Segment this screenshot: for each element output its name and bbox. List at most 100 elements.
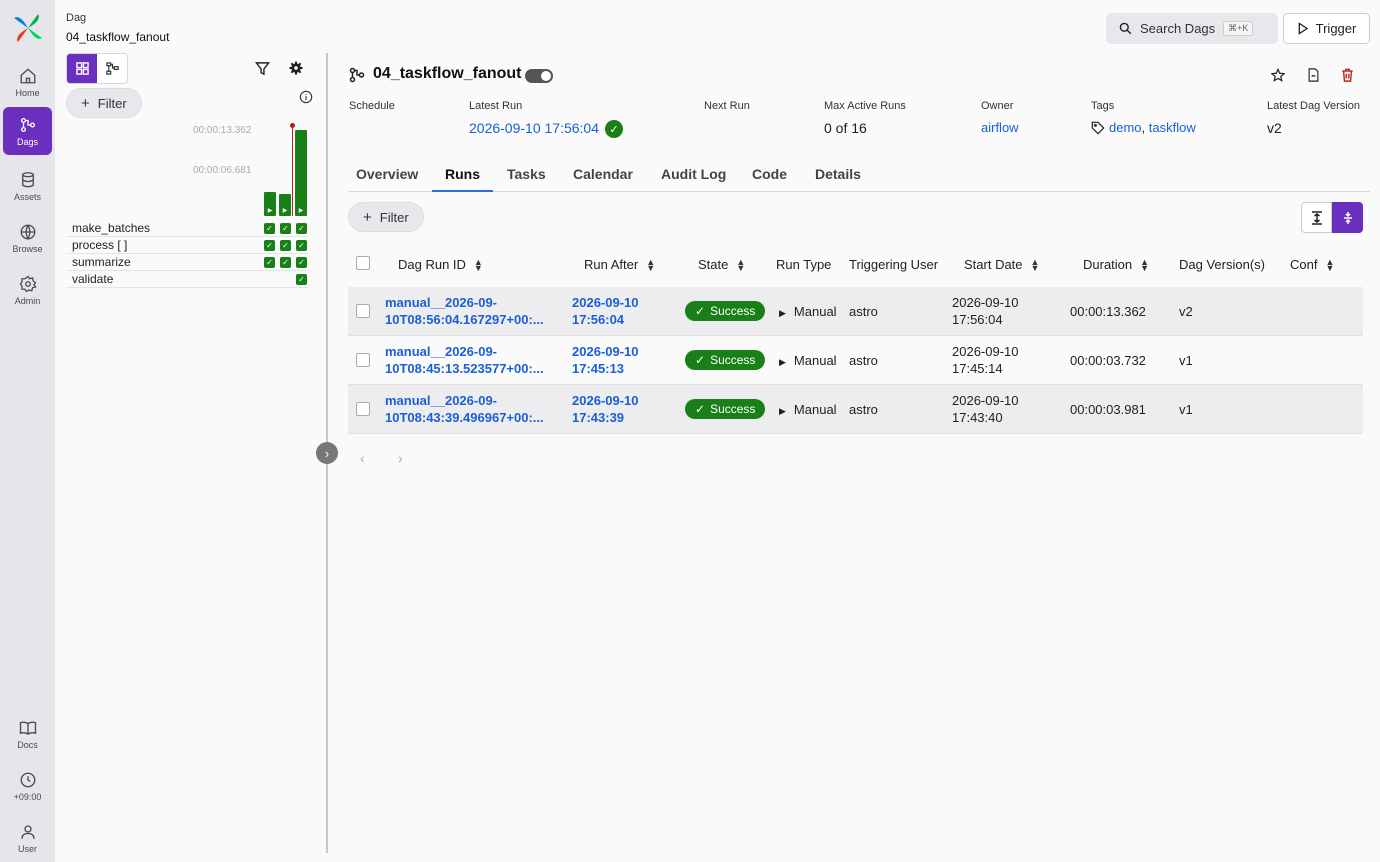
- dag-breadcrumb-name[interactable]: 04_taskflow_fanout: [66, 30, 169, 44]
- grid-view-button[interactable]: [67, 54, 97, 83]
- grid-filter-button[interactable]: + Filter: [66, 88, 142, 118]
- column-header-label: Start Date: [964, 257, 1023, 272]
- dag-version: v1: [1179, 401, 1193, 418]
- tab-details[interactable]: Details: [815, 166, 861, 192]
- nav-admin-label: Admin: [14, 295, 41, 306]
- collapse-rows-button[interactable]: [1332, 202, 1363, 233]
- search-icon: [1119, 22, 1132, 35]
- manual-play-icon: ▶: [779, 308, 786, 318]
- filter-funnel-icon[interactable]: [253, 59, 271, 77]
- task-instance-cell[interactable]: ✓: [264, 223, 275, 234]
- info-icon[interactable]: [297, 88, 315, 106]
- home-icon: [20, 67, 35, 83]
- sort-icon[interactable]: ▲ ▼: [1325, 257, 1334, 272]
- task-instance-cell[interactable]: ✓: [264, 240, 275, 251]
- tab-calendar[interactable]: Calendar: [573, 166, 633, 192]
- task-instance-cell[interactable]: ✓: [280, 257, 291, 268]
- nav-docs[interactable]: Docs: [3, 710, 52, 758]
- column-header[interactable]: Run After ▲ ▼: [584, 257, 655, 272]
- state-label: Success: [710, 304, 756, 318]
- sort-icon[interactable]: ▲ ▼: [474, 257, 483, 272]
- nav-assets[interactable]: Assets: [3, 162, 52, 210]
- nav-browse[interactable]: Browse: [3, 214, 52, 262]
- column-header[interactable]: Start Date ▲ ▼: [964, 257, 1039, 272]
- column-header[interactable]: Triggering User: [849, 257, 938, 272]
- tab-code[interactable]: Code: [752, 166, 787, 192]
- task-instance-cell[interactable]: ✓: [296, 274, 307, 285]
- run-duration-bar[interactable]: ▶: [264, 192, 276, 216]
- task-instance-cell[interactable]: ✓: [264, 257, 275, 268]
- max-active-runs-value: 0 of 16: [824, 120, 867, 136]
- tab-runs[interactable]: Runs: [432, 166, 493, 192]
- play-icon: [1298, 22, 1309, 35]
- duration: 00:00:03.732: [1070, 352, 1146, 369]
- run-after-link[interactable]: 2026-09-10 17:56:04: [572, 294, 639, 328]
- column-header[interactable]: State ▲ ▼: [698, 257, 745, 272]
- search-dags-button[interactable]: Search Dags ⌘+K: [1106, 13, 1278, 44]
- latest-run-value[interactable]: 2026-09-10 17:56:04 ✓: [469, 120, 623, 139]
- tag-taskflow[interactable]: taskflow: [1149, 120, 1196, 135]
- run-after-link[interactable]: 2026-09-10 17:45:13: [572, 343, 639, 377]
- collapse-panel-button[interactable]: ›: [316, 442, 338, 464]
- column-header[interactable]: Dag Version(s): [1179, 257, 1265, 272]
- sort-icon[interactable]: ▲ ▼: [1140, 257, 1149, 272]
- run-id-link[interactable]: manual__2026-09- 10T08:56:04.167297+00:..…: [385, 294, 544, 328]
- column-header[interactable]: Run Type: [776, 257, 831, 272]
- nav-timezone[interactable]: +09:00: [3, 762, 52, 810]
- user-icon: [20, 824, 35, 839]
- row-checkbox[interactable]: [356, 402, 370, 416]
- expand-rows-button[interactable]: [1301, 202, 1332, 233]
- tab-tasks[interactable]: Tasks: [507, 166, 546, 192]
- run-duration-bar[interactable]: ▶: [295, 130, 307, 216]
- column-header[interactable]: Dag Run ID ▲ ▼: [398, 257, 483, 272]
- column-header-label: Conf: [1290, 257, 1318, 272]
- task-instance-cell[interactable]: ✓: [280, 223, 291, 234]
- tab-audit-log[interactable]: Audit Log: [661, 166, 726, 192]
- run-after-link[interactable]: 2026-09-10 17:43:39: [572, 392, 639, 426]
- task-instance-cell[interactable]: ✓: [296, 223, 307, 234]
- task-instance-cell[interactable]: ✓: [296, 257, 307, 268]
- next-run-label: Next Run: [704, 100, 750, 112]
- tags-label: Tags: [1091, 100, 1115, 112]
- graph-view-button[interactable]: [97, 54, 127, 83]
- prev-page-button[interactable]: ‹: [360, 450, 365, 466]
- tab-overview[interactable]: Overview: [356, 166, 418, 192]
- sort-icon[interactable]: ▲ ▼: [736, 257, 745, 272]
- row-checkbox[interactable]: [356, 353, 370, 367]
- column-header-label: Dag Version(s): [1179, 257, 1265, 272]
- nav-admin[interactable]: Admin: [3, 266, 52, 314]
- sort-icon[interactable]: ▲ ▼: [646, 257, 655, 272]
- run-id-link-line: manual__2026-09-: [385, 344, 498, 359]
- selected-run-marker: [292, 126, 293, 216]
- selected-run-dot: [290, 123, 295, 128]
- latest-run-link[interactable]: 2026-09-10 17:56:04: [469, 120, 599, 136]
- run-type: ▶ Manual: [779, 352, 837, 371]
- run-id-link[interactable]: manual__2026-09- 10T08:43:39.496967+00:..…: [385, 392, 544, 426]
- sort-icon[interactable]: ▲ ▼: [1031, 257, 1040, 272]
- run-id-link[interactable]: manual__2026-09- 10T08:45:13.523577+00:..…: [385, 343, 544, 377]
- nav-dags[interactable]: Dags: [3, 107, 52, 155]
- next-page-button[interactable]: ›: [398, 450, 403, 466]
- pause-toggle[interactable]: [525, 69, 553, 83]
- task-instance-cell[interactable]: ✓: [296, 240, 307, 251]
- task-instance-cell[interactable]: ✓: [280, 240, 291, 251]
- airflow-logo[interactable]: [12, 12, 44, 44]
- favorite-button[interactable]: [1270, 67, 1286, 83]
- nav-home[interactable]: Home: [3, 58, 52, 106]
- nav-user[interactable]: User: [3, 814, 52, 862]
- duration-line: 00:00:13.362: [1070, 304, 1146, 319]
- owner-link[interactable]: airflow: [981, 120, 1019, 135]
- select-all-checkbox[interactable]: [356, 256, 370, 270]
- run-duration-bar[interactable]: ▶: [279, 194, 291, 216]
- runs-filter-button[interactable]: + Filter: [348, 202, 424, 232]
- owner-label: Owner: [981, 100, 1014, 112]
- trigger-button[interactable]: Trigger: [1283, 13, 1370, 44]
- task-row[interactable]: validate: [66, 271, 308, 288]
- column-header[interactable]: Duration ▲ ▼: [1083, 257, 1149, 272]
- settings-gear-icon[interactable]: [287, 59, 305, 77]
- row-checkbox[interactable]: [356, 304, 370, 318]
- tag-demo[interactable]: demo: [1109, 120, 1142, 135]
- column-header[interactable]: Conf ▲ ▼: [1290, 257, 1334, 272]
- delete-dag-button[interactable]: [1339, 67, 1355, 83]
- parse-dag-button[interactable]: [1305, 67, 1321, 83]
